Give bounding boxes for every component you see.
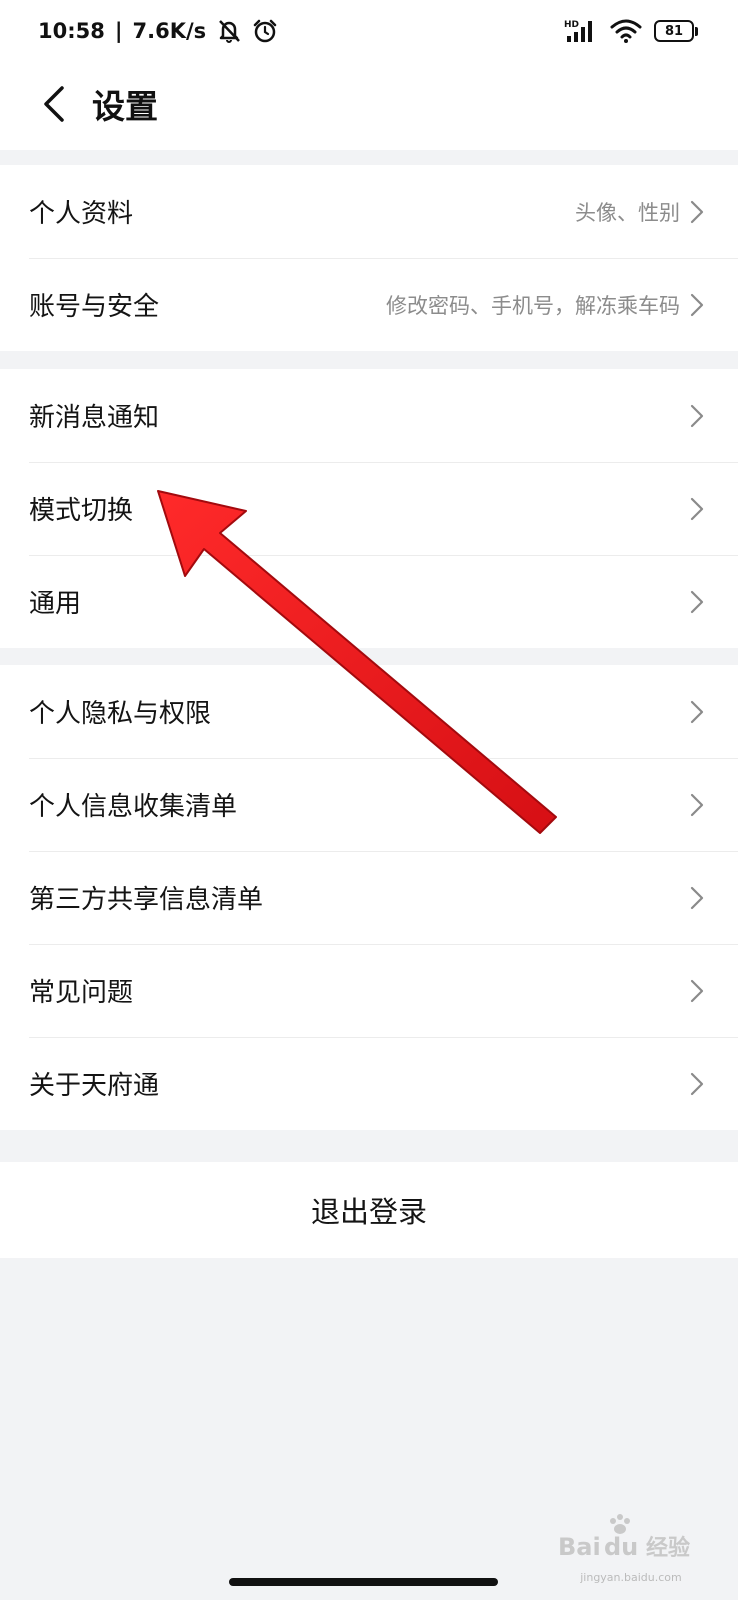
chevron-right-icon [690,1072,704,1095]
chevron-right-icon [690,886,704,909]
svg-text:经验: 经验 [646,1535,690,1561]
settings-item-account-security[interactable]: 账号与安全 修改密码、手机号，解冻乘车码 [0,258,738,351]
settings-group-account: 个人资料 头像、性别 账号与安全 修改密码、手机号，解冻乘车码 [0,165,738,351]
wifi-icon [610,19,642,43]
chevron-right-icon [690,497,704,520]
settings-item-notifications[interactable]: 新消息通知 [0,369,738,462]
back-button[interactable] [36,82,76,126]
settings-item-label: 通用 [29,589,82,619]
svg-text:HD: HD [564,20,579,30]
alarm-icon [253,19,277,43]
settings-item-label: 第三方共享信息清单 [29,885,264,915]
battery-icon: 81 [654,20,698,42]
logout-label: 退出登录 [310,1195,427,1229]
settings-item-label: 模式切换 [29,496,134,526]
svg-text:du: du [604,1533,638,1561]
chevron-right-icon [690,293,704,316]
settings-item-label: 关于天府通 [29,1071,160,1101]
chevron-right-icon [690,793,704,816]
nav-bar: 设置 [0,62,738,150]
settings-item-privacy-permissions[interactable]: 个人隐私与权限 [0,665,738,758]
hd-signal-icon: HD [564,20,592,42]
settings-item-label: 个人资料 [29,199,134,229]
svg-text:Bai: Bai [558,1533,601,1561]
chevron-left-icon [44,86,64,122]
settings-item-profile[interactable]: 个人资料 头像、性别 [0,165,738,258]
settings-item-mode-switch[interactable]: 模式切换 [0,462,738,555]
settings-group-privacy: 个人隐私与权限 个人信息收集清单 第三方共享信息清单 常见问题 关于天府通 [0,665,738,1130]
settings-item-info-collection-list[interactable]: 个人信息收集清单 [0,758,738,851]
settings-item-label: 新消息通知 [29,403,160,433]
watermark-url: jingyan.baidu.com [580,1571,682,1584]
battery-level: 81 [654,20,694,42]
settings-item-faq[interactable]: 常见问题 [0,944,738,1037]
settings-item-label: 账号与安全 [29,292,160,322]
mute-bell-icon [219,20,241,43]
settings-item-label: 个人隐私与权限 [29,699,212,729]
status-time: 10:58 [38,19,105,43]
chevron-right-icon [690,404,704,427]
baidu-jingyan-logo: Bai du 经验 [558,1514,690,1561]
chevron-right-icon [690,590,704,613]
logout-button[interactable]: 退出登录 [0,1162,738,1258]
page-title: 设置 [92,87,158,126]
status-right: HD 81 [564,18,698,44]
settings-item-about[interactable]: 关于天府通 [0,1037,738,1130]
chevron-right-icon [690,979,704,1002]
settings-item-third-party-sharing-list[interactable]: 第三方共享信息清单 [0,851,738,944]
settings-item-label: 个人信息收集清单 [29,792,238,822]
chevron-right-icon [690,700,704,723]
status-bar: 10:58 | 7.6K/s HD 81 [0,0,738,62]
settings-group-app: 新消息通知 模式切换 通用 [0,369,738,648]
chevron-right-icon [690,200,704,223]
status-separator: | [114,19,123,43]
settings-item-label: 常见问题 [29,978,134,1008]
settings-item-general[interactable]: 通用 [0,555,738,648]
status-left: 10:58 | 7.6K/s [38,18,278,44]
home-indicator[interactable] [229,1578,498,1586]
battery-tip [695,26,698,36]
settings-item-subtitle: 修改密码、手机号，解冻乘车码 [386,293,680,318]
network-speed: 7.6K/s [132,19,207,43]
settings-item-subtitle: 头像、性别 [575,200,680,225]
